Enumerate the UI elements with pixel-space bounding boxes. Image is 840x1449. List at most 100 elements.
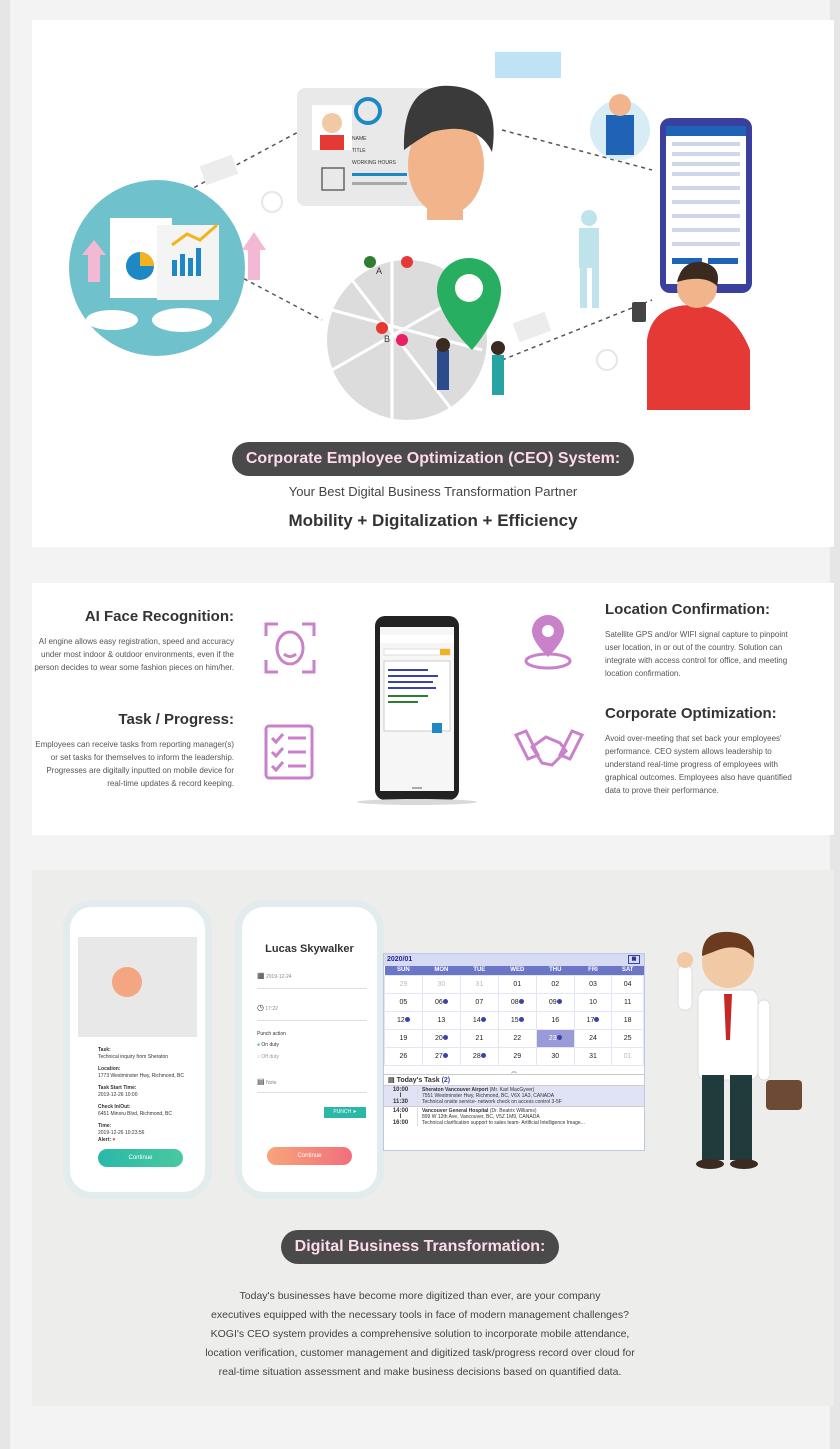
continue-button[interactable]: Continue <box>98 1149 183 1167</box>
day-cell[interactable]: 22 <box>497 1028 537 1048</box>
day-number: 20 <box>434 1034 443 1042</box>
day-number: 06 <box>434 998 443 1006</box>
day-cell[interactable]: 30 <box>421 974 461 994</box>
calendar-icon: ▦ <box>257 971 265 980</box>
day-cell[interactable]: 13 <box>421 1010 461 1030</box>
feature-title: Corporate Optimization: <box>605 705 777 722</box>
handshake-icon <box>513 729 585 767</box>
alert-label: Alert: ♥ <box>98 1137 198 1144</box>
day-cell[interactable]: 18 <box>611 1010 644 1030</box>
day-cell[interactable]: 02 <box>535 974 575 994</box>
collapse-chevron-icon[interactable]: ︽ <box>384 1066 644 1075</box>
task-info: Sheraton Vancouver Airport (Mr. Karl Mac… <box>418 1087 562 1105</box>
day-cell-with-task[interactable]: 20 <box>421 1028 461 1048</box>
task-desc: Technical onsite service- network check … <box>422 1098 562 1105</box>
time-field[interactable]: ◷ 17:22 <box>257 1003 367 1021</box>
day-cell-with-task[interactable]: 15 <box>497 1010 537 1030</box>
day-cell[interactable]: 31 <box>573 1046 613 1066</box>
paragraph-line: real-time situation assessment and make … <box>218 1366 622 1378</box>
feature-title: Location Confirmation: <box>605 601 770 618</box>
on-duty-label: On duty <box>261 1042 279 1048</box>
day-cell[interactable]: 04 <box>611 974 644 994</box>
day-cell[interactable]: 05 <box>384 992 423 1012</box>
day-cell-with-task[interactable]: 12 <box>384 1010 423 1030</box>
task-dot-icon <box>442 1052 448 1058</box>
day-cell-with-task[interactable]: 27 <box>421 1046 461 1066</box>
digital-badge-wrap: Digital Business Transformation: <box>10 1230 830 1264</box>
day-cell[interactable]: 26 <box>384 1046 423 1066</box>
day-cell-with-task[interactable]: 14 <box>459 1010 499 1030</box>
day-cell[interactable]: 24 <box>573 1028 613 1048</box>
phone-shadow <box>357 799 477 805</box>
feature-text: Employees can receive tasks from reporti… <box>35 740 234 788</box>
calendar-header: 2020/01 ▦ <box>384 954 644 966</box>
weekday: SAT <box>611 966 644 975</box>
punch-button[interactable]: PUNCH ➤ <box>324 1107 366 1118</box>
note-field[interactable]: ▤ Note <box>257 1077 367 1093</box>
task-end: 16:00 <box>392 1119 409 1126</box>
map-pin-a: A <box>376 266 382 276</box>
alert-text: Alert: <box>98 1137 112 1143</box>
day-cell[interactable]: 29 <box>384 974 423 994</box>
day-cell-with-task[interactable]: 28 <box>459 1046 499 1066</box>
walking-person-icon <box>579 210 599 308</box>
note-icon: ▤ <box>257 1077 265 1086</box>
day-number: 15 <box>510 1016 519 1024</box>
day-cell[interactable]: 19 <box>384 1028 423 1048</box>
field-value: 1773 Westminster Hwy, Richmond, BC <box>98 1073 184 1079</box>
day-cell[interactable]: 07 <box>459 992 499 1012</box>
day-cell[interactable]: 29 <box>497 1046 537 1066</box>
day-cell-with-task[interactable]: 17 <box>573 1010 613 1030</box>
feature-task-progress: Task / Progress: Employees can receive t… <box>32 711 234 790</box>
continue-button[interactable]: Continue <box>267 1147 352 1165</box>
task-time: 14:00 I 16:00 <box>384 1107 418 1126</box>
day-cell[interactable]: 30 <box>535 1046 575 1066</box>
map-icon: A B <box>327 256 505 420</box>
day-cell[interactable]: 11 <box>611 992 644 1012</box>
note-placeholder: Note <box>265 1080 277 1086</box>
calendar-grid: SUN MON TUE WED THU FRI SAT 29 30 31 01 … <box>384 966 644 1066</box>
hero-illustration: NAME TITLE WORKING HOURS A B <box>69 52 752 420</box>
weekday: FRI <box>574 966 612 975</box>
day-cell[interactable]: 01 <box>497 974 537 994</box>
task-dot-icon <box>556 1034 562 1040</box>
date-value: 2019-12-24 <box>265 974 292 980</box>
task-item[interactable]: 10:00 I 11:30 Sheraton Vancouver Airport… <box>384 1084 644 1106</box>
day-cell[interactable]: 01 <box>611 1046 644 1066</box>
day-cell-with-task[interactable]: 09 <box>535 992 575 1012</box>
task-details: Task: Technical inquiry from Sheraton Lo… <box>98 1047 198 1144</box>
field-label: Check In/Out: <box>98 1104 131 1110</box>
field-value: 6451 Minoru Blvd, Richmond, BC <box>98 1111 172 1117</box>
day-cell-with-task[interactable]: 08 <box>497 992 537 1012</box>
day-cell[interactable]: 03 <box>573 974 613 994</box>
calendar-toggle-icon[interactable]: ▦ <box>628 955 640 964</box>
feature-corporate-optimization: Corporate Optimization: Avoid over-meeti… <box>605 705 805 797</box>
week-row: 12 13 14 15 16 17 18 <box>384 1010 644 1030</box>
day-cell[interactable]: 25 <box>611 1028 644 1048</box>
day-cell-selected[interactable]: 23 <box>535 1028 575 1048</box>
punch-phone: Lucas Skywalker ▦ 2019-12-24 ◷ 17:22 Pun… <box>242 907 377 1192</box>
page: NAME TITLE WORKING HOURS A B Corporate E… <box>0 0 840 1449</box>
id-name-field: NAME <box>352 136 367 142</box>
day-cell[interactable]: 10 <box>573 992 613 1012</box>
location-pin-icon <box>524 615 572 670</box>
field-label: Time: <box>98 1123 112 1129</box>
day-cell[interactable]: 16 <box>535 1010 575 1030</box>
day-number: 28 <box>472 1052 481 1060</box>
task-item[interactable]: 14:00 I 16:00 Vancouver General Hospital… <box>384 1105 644 1127</box>
day-number: 23 <box>548 1034 557 1042</box>
off-duty-radio[interactable]: ○ Off duty <box>257 1054 279 1060</box>
day-cell[interactable]: 31 <box>459 974 499 994</box>
weekday: WED <box>498 966 537 975</box>
date-field[interactable]: ▦ 2019-12-24 <box>257 971 367 989</box>
task-place: Vancouver General Hospital <box>422 1107 489 1114</box>
weekday: THU <box>536 966 575 975</box>
day-cell-with-task[interactable]: 06 <box>421 992 461 1012</box>
day-number: 08 <box>510 998 519 1006</box>
task-time: 10:00 I 11:30 <box>384 1086 418 1105</box>
user-name: Lucas Skywalker <box>265 943 354 955</box>
day-cell[interactable]: 21 <box>459 1028 499 1048</box>
envelope-icon <box>199 154 239 186</box>
field-value: 2019-12-26 10:23:56 <box>98 1130 145 1136</box>
on-duty-radio[interactable]: ● On duty <box>257 1042 279 1048</box>
